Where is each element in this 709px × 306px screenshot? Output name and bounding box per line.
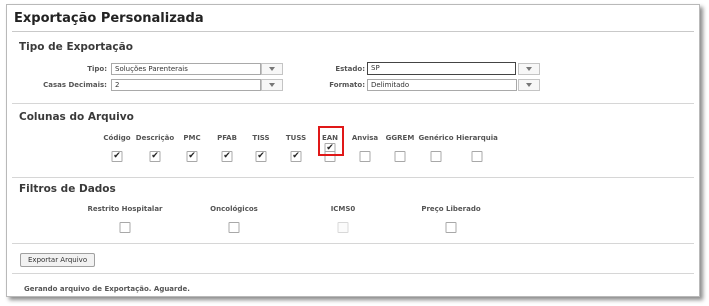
checkbox-pfab[interactable]: ✔ (221, 151, 233, 162)
filter-label-restrito-hospitalar: Restrito Hospitalar (87, 205, 163, 213)
checkbox-oncologicos[interactable] (228, 222, 240, 233)
filter-label-oncologicos: Oncológicos (210, 205, 258, 213)
checkbox-codigo[interactable]: ✔ (111, 151, 123, 162)
checkbox-icms0[interactable] (337, 222, 349, 233)
chevron-down-icon (269, 83, 275, 87)
ean-highlight-box (318, 126, 344, 156)
title-divider (12, 31, 694, 32)
checkbox-pmc[interactable]: ✔ (186, 151, 198, 162)
formato-dropdown-button[interactable] (518, 79, 540, 91)
section-divider (12, 103, 694, 104)
column-label-ggrem: GGREM (385, 134, 415, 142)
section-title-filtros: Filtros de Dados (19, 183, 116, 195)
formato-select[interactable]: Delimitado (367, 79, 517, 91)
checkbox-restrito-hospitalar[interactable] (119, 222, 131, 233)
casas-decimais-select[interactable]: 2 (111, 79, 261, 91)
section-divider (12, 273, 694, 274)
section-divider (12, 177, 694, 178)
checkbox-descricao[interactable]: ✔ (149, 151, 161, 162)
column-label-generico: Genérico (418, 134, 454, 142)
checkbox-generico[interactable] (430, 151, 442, 162)
checkbox-tiss[interactable]: ✔ (255, 151, 267, 162)
estado-label: Estado: (335, 65, 365, 73)
checkbox-anvisa[interactable] (359, 151, 371, 162)
export-panel: Exportação Personalizada Tipo de Exporta… (6, 4, 700, 297)
checkbox-tuss[interactable]: ✔ (290, 151, 302, 162)
column-label-pmc: PMC (183, 134, 201, 142)
column-label-descricao: Descrição (135, 134, 175, 142)
formato-label: Formato: (329, 81, 365, 89)
page-title: Exportação Personalizada (14, 11, 204, 26)
filter-label-preco-liberado: Preço Liberado (421, 205, 481, 213)
casas-decimais-dropdown-button[interactable] (261, 79, 283, 91)
column-label-tuss: TUSS (285, 134, 307, 142)
checkbox-ggrem[interactable] (394, 151, 406, 162)
column-label-hierarquia: Hierarquia (456, 134, 498, 142)
column-label-tiss: TISS (252, 134, 270, 142)
section-title-tipo-exportacao: Tipo de Exportação (19, 41, 133, 53)
tipo-label: Tipo: (87, 65, 107, 73)
checkbox-hierarquia[interactable] (471, 151, 483, 162)
status-message: Gerando arquivo de Exportação. Aguarde. (24, 285, 190, 293)
casas-decimais-label: Casas Decimais: (43, 81, 107, 89)
export-file-button[interactable]: Exportar Arquivo (20, 253, 96, 267)
chevron-down-icon (526, 67, 532, 71)
filter-label-icms0: ICMS0 (330, 205, 356, 213)
estado-select[interactable]: SP (367, 62, 516, 75)
chevron-down-icon (269, 67, 275, 71)
tipo-select[interactable]: Soluções Parenterais (111, 63, 261, 75)
tipo-dropdown-button[interactable] (261, 63, 283, 75)
section-divider (12, 243, 694, 244)
section-title-colunas: Colunas do Arquivo (19, 111, 134, 123)
column-label-pfab: PFAB (217, 134, 237, 142)
estado-dropdown-button[interactable] (518, 63, 540, 75)
checkbox-preco-liberado[interactable] (445, 222, 457, 233)
chevron-down-icon (526, 83, 532, 87)
column-label-anvisa: Anvisa (351, 134, 379, 142)
column-label-codigo: Código (103, 134, 131, 142)
